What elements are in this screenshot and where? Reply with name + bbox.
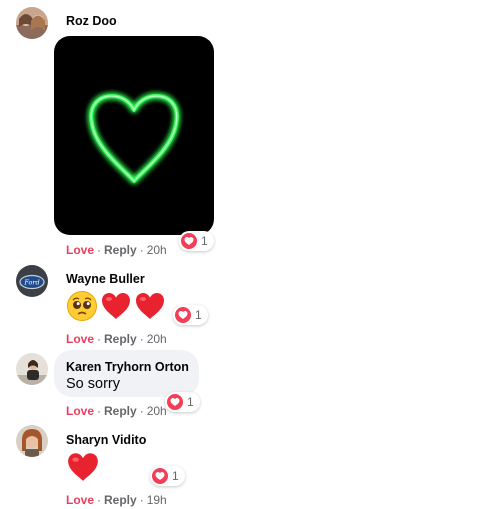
pleading-face-icon (67, 291, 97, 321)
separator: · (139, 404, 144, 418)
profile-photo-icon (16, 7, 48, 39)
comment-author[interactable]: Roz Doo (66, 14, 117, 28)
avatar[interactable] (16, 425, 48, 457)
avatar[interactable]: Ford (16, 265, 48, 297)
timestamp-link[interactable]: 19h (147, 493, 167, 507)
reply-link[interactable]: Reply (104, 332, 137, 346)
comment-text: So sorry (66, 376, 120, 392)
comment-author[interactable]: Sharyn Vidito (66, 433, 146, 447)
comment-actions: Love · Reply · 19h (66, 493, 167, 507)
red-heart-icon (68, 453, 98, 481)
emoji-message (66, 450, 102, 484)
separator: · (139, 332, 144, 346)
reply-link[interactable]: Reply (104, 404, 137, 418)
avatar[interactable] (16, 353, 48, 385)
love-action-link[interactable]: Love (66, 404, 94, 418)
reaction-badge[interactable]: 1 (165, 392, 200, 412)
heart-reaction-icon (167, 394, 183, 410)
separator: · (97, 243, 102, 257)
avatar[interactable] (16, 7, 48, 39)
comment-wayne-buller: Ford Wayne Buller 1 Love · Reply · 20h (0, 262, 495, 350)
reaction-count: 1 (195, 308, 202, 322)
timestamp-link[interactable]: 20h (147, 404, 167, 418)
comment-actions: Love · Reply · 20h (66, 404, 167, 418)
separator: · (139, 493, 144, 507)
reaction-badge[interactable]: 1 (150, 466, 185, 486)
profile-photo-icon (16, 353, 48, 385)
reaction-count: 1 (201, 234, 208, 248)
emoji-message (66, 290, 168, 322)
comment-karen-tryhorn-orton: Karen Tryhorn Orton So sorry 1 Love · Repl… (0, 350, 495, 422)
reply-link[interactable]: Reply (104, 243, 137, 257)
comment-sharyn-vidito: Sharyn Vidito 1 Love · Reply · 19h (0, 422, 495, 509)
separator: · (97, 332, 102, 346)
ford-logo-icon: Ford (16, 265, 48, 297)
separator: · (97, 493, 102, 507)
reaction-count: 1 (172, 469, 179, 483)
timestamp-link[interactable]: 20h (147, 243, 167, 257)
comment-actions: Love · Reply · 20h (66, 243, 167, 257)
love-action-link[interactable]: Love (66, 493, 94, 507)
reaction-badge[interactable]: 1 (173, 305, 208, 325)
svg-text:Ford: Ford (23, 279, 39, 287)
comment-actions: Love · Reply · 20h (66, 332, 167, 346)
comment-roz-doo: Roz Doo 1 Love · Reply · 20h (0, 0, 495, 260)
love-action-link[interactable]: Love (66, 243, 94, 257)
profile-photo-icon (16, 425, 48, 457)
comment-author[interactable]: Karen Tryhorn Orton (66, 360, 189, 374)
comment-attachment-image[interactable] (54, 36, 214, 235)
red-heart-icon (136, 293, 164, 319)
neon-heart-icon (89, 94, 179, 183)
heart-reaction-icon (152, 468, 168, 484)
separator: · (97, 404, 102, 418)
reaction-count: 1 (187, 395, 194, 409)
reaction-badge[interactable]: 1 (179, 231, 214, 251)
comment-author[interactable]: Wayne Buller (66, 272, 145, 286)
timestamp-link[interactable]: 20h (147, 332, 167, 346)
red-heart-icon (102, 293, 130, 319)
love-action-link[interactable]: Love (66, 332, 94, 346)
heart-reaction-icon (175, 307, 191, 323)
separator: · (139, 243, 144, 257)
heart-reaction-icon (181, 233, 197, 249)
reply-link[interactable]: Reply (104, 493, 137, 507)
